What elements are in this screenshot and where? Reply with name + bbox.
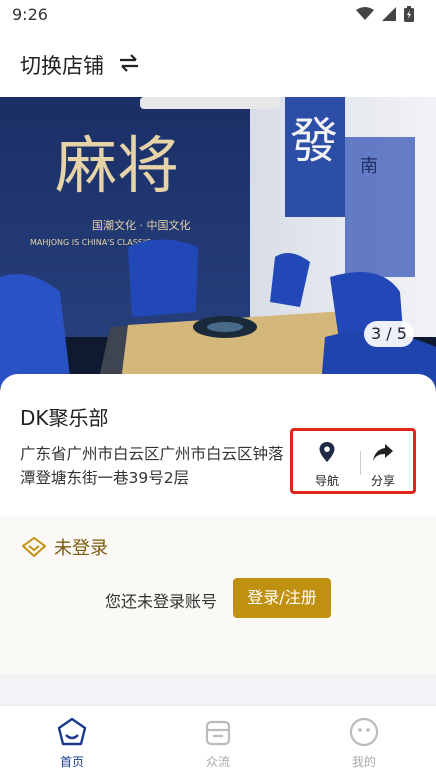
section-separator [0, 676, 436, 688]
home-face-icon [57, 717, 87, 746]
tab-mine[interactable]: 我的 [324, 716, 404, 770]
tab-mine-label: 我的 [351, 755, 376, 769]
store-header: 切换店铺 [0, 30, 436, 97]
location-pin-icon [319, 442, 335, 462]
signal-icon [382, 7, 396, 21]
login-register-button[interactable]: 登录/注册 [233, 578, 331, 618]
status-time: 9:26 [12, 5, 48, 24]
poster-main-text: 麻将 [55, 129, 179, 202]
battery-icon [404, 6, 414, 22]
store-photo-carousel[interactable]: 麻将 国潮文化 · 中国文化 MAHJONG IS CHINA'S CLASSI… [0, 97, 436, 397]
share-arrow-icon [373, 444, 393, 461]
tab-home[interactable]: 首页 [32, 716, 112, 770]
share-label: 分享 [370, 474, 395, 488]
profile-face-icon [349, 717, 379, 747]
store-address: 广东省广州市白云区广州市白云区钟落潭登塘东街一巷39号2层 [20, 445, 284, 487]
poster-tile-text: 發 [290, 113, 338, 169]
bottom-tab-bar: 首页 众流 我的 [0, 705, 436, 776]
navigate-button[interactable]: 导航 [299, 441, 355, 489]
login-section: 未登录 您还未登录账号 登录/注册 [0, 516, 436, 674]
tab-feed-label: 众流 [205, 755, 230, 769]
poster-sub-text-cn: 国潮文化 · 中国文化 [92, 218, 191, 232]
poster-side-text: 南 [360, 156, 378, 177]
mahjong-room-photo: 麻将 国潮文化 · 中国文化 MAHJONG IS CHINA'S CLASSI… [0, 97, 436, 397]
swap-arrows-icon[interactable] [118, 52, 140, 74]
shop-icon [205, 720, 231, 746]
carousel-page-counter: 3 / 5 [364, 321, 414, 347]
switch-store-title[interactable]: 切换店铺 [20, 50, 104, 80]
status-icons [356, 6, 414, 22]
store-name: DK聚乐部 [20, 406, 109, 430]
tab-home-label: 首页 [59, 755, 84, 769]
not-logged-in-badge: 未登录 [22, 534, 108, 560]
store-actions: 导航 分享 [290, 428, 416, 494]
wifi-icon [356, 7, 374, 20]
tab-feed[interactable]: 众流 [178, 716, 258, 770]
diamond-icon [22, 537, 46, 557]
navigate-label: 导航 [314, 474, 339, 488]
status-bar: 9:26 [0, 0, 436, 30]
not-logged-in-text: 未登录 [54, 538, 108, 559]
share-button[interactable]: 分享 [355, 441, 411, 489]
login-prompt-text: 您还未登录账号 [105, 592, 218, 611]
